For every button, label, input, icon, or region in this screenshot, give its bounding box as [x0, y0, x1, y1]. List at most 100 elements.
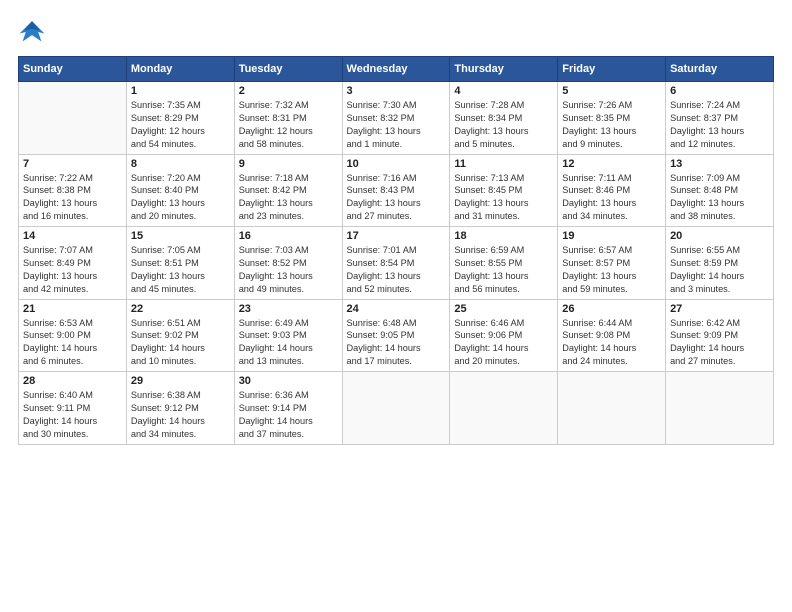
calendar-cell: 10Sunrise: 7:16 AM Sunset: 8:43 PM Dayli… — [342, 154, 450, 227]
day-number: 6 — [670, 85, 769, 97]
day-number: 30 — [239, 375, 338, 387]
calendar-cell: 13 Sunrise: 7:09 AM Sunset: 8:48 PM Dayli… — [666, 154, 774, 227]
cell-content: Sunrise: 6:59 AM Sunset: 8:55 PM Dayligh… — [454, 244, 553, 296]
day-number: 15 — [131, 230, 230, 242]
day-number: 23 — [239, 303, 338, 315]
day-number: 3 — [347, 85, 446, 97]
cell-content: Sunrise: 7:20 AM Sunset: 8:40 PM Dayligh… — [131, 172, 230, 224]
weekday-header-row: SundayMondayTuesdayWednesdayThursdayFrid… — [19, 57, 774, 82]
day-number: 2 — [239, 85, 338, 97]
calendar-cell — [450, 372, 558, 445]
calendar-cell: 5 Sunrise: 7:26 AM Sunset: 8:35 PM Daylig… — [558, 82, 666, 155]
cell-content: Sunrise: 6:40 AM Sunset: 9:11 PM Dayligh… — [23, 389, 122, 441]
day-number: 27 — [670, 303, 769, 315]
calendar-cell: 21 Sunrise: 6:53 AM Sunset: 9:00 PM Dayli… — [19, 299, 127, 372]
day-number: 1 — [131, 85, 230, 97]
day-number: 8 — [131, 158, 230, 170]
week-row-4: 21 Sunrise: 6:53 AM Sunset: 9:00 PM Dayli… — [19, 299, 774, 372]
calendar-cell: 2 Sunrise: 7:32 AM Sunset: 8:31 PM Daylig… — [234, 82, 342, 155]
cell-content: Sunrise: 7:32 AM Sunset: 8:31 PM Dayligh… — [239, 99, 338, 151]
cell-content: Sunrise: 6:55 AM Sunset: 8:59 PM Dayligh… — [670, 244, 769, 296]
day-number: 25 — [454, 303, 553, 315]
calendar-cell: 16Sunrise: 7:03 AM Sunset: 8:52 PM Dayli… — [234, 227, 342, 300]
day-number: 20 — [670, 230, 769, 242]
day-number: 5 — [562, 85, 661, 97]
calendar-cell: 26 Sunrise: 6:44 AM Sunset: 9:08 PM Dayli… — [558, 299, 666, 372]
day-number: 29 — [131, 375, 230, 387]
weekday-friday: Friday — [558, 57, 666, 82]
calendar-cell: 30 Sunrise: 6:36 AM Sunset: 9:14 PM Dayli… — [234, 372, 342, 445]
day-number: 22 — [131, 303, 230, 315]
calendar-cell: 20 Sunrise: 6:55 AM Sunset: 8:59 PM Dayli… — [666, 227, 774, 300]
logo — [18, 18, 50, 46]
cell-content: Sunrise: 6:44 AM Sunset: 9:08 PM Dayligh… — [562, 317, 661, 369]
cell-content: Sunrise: 7:22 AM Sunset: 8:38 PM Dayligh… — [23, 172, 122, 224]
week-row-3: 14 Sunrise: 7:07 AM Sunset: 8:49 PM Dayli… — [19, 227, 774, 300]
calendar-cell: 28 Sunrise: 6:40 AM Sunset: 9:11 PM Dayli… — [19, 372, 127, 445]
calendar-cell: 19 Sunrise: 6:57 AM Sunset: 8:57 PM Dayli… — [558, 227, 666, 300]
cell-content: Sunrise: 7:09 AM Sunset: 8:48 PM Dayligh… — [670, 172, 769, 224]
day-number: 12 — [562, 158, 661, 170]
calendar-cell: 24 Sunrise: 6:48 AM Sunset: 9:05 PM Dayli… — [342, 299, 450, 372]
week-row-2: 7 Sunrise: 7:22 AM Sunset: 8:38 PM Daylig… — [19, 154, 774, 227]
day-number: 9 — [239, 158, 338, 170]
calendar-cell: 9Sunrise: 7:18 AM Sunset: 8:42 PM Daylig… — [234, 154, 342, 227]
day-number: 10 — [347, 158, 446, 170]
calendar-cell: 12Sunrise: 7:11 AM Sunset: 8:46 PM Dayli… — [558, 154, 666, 227]
day-number: 4 — [454, 85, 553, 97]
calendar-cell: 22 Sunrise: 6:51 AM Sunset: 9:02 PM Dayli… — [126, 299, 234, 372]
header — [18, 18, 774, 46]
cell-content: Sunrise: 7:24 AM Sunset: 8:37 PM Dayligh… — [670, 99, 769, 151]
day-number: 28 — [23, 375, 122, 387]
calendar-cell: 25 Sunrise: 6:46 AM Sunset: 9:06 PM Dayli… — [450, 299, 558, 372]
weekday-thursday: Thursday — [450, 57, 558, 82]
cell-content: Sunrise: 7:35 AM Sunset: 8:29 PM Dayligh… — [131, 99, 230, 151]
cell-content: Sunrise: 6:36 AM Sunset: 9:14 PM Dayligh… — [239, 389, 338, 441]
cell-content: Sunrise: 7:13 AM Sunset: 8:45 PM Dayligh… — [454, 172, 553, 224]
calendar-table: SundayMondayTuesdayWednesdayThursdayFrid… — [18, 56, 774, 445]
cell-content: Sunrise: 6:49 AM Sunset: 9:03 PM Dayligh… — [239, 317, 338, 369]
calendar-cell — [342, 372, 450, 445]
day-number: 18 — [454, 230, 553, 242]
logo-icon — [18, 18, 46, 46]
calendar-cell: 1 Sunrise: 7:35 AM Sunset: 8:29 PM Daylig… — [126, 82, 234, 155]
cell-content: Sunrise: 6:53 AM Sunset: 9:00 PM Dayligh… — [23, 317, 122, 369]
calendar-cell: 27 Sunrise: 6:42 AM Sunset: 9:09 PM Dayli… — [666, 299, 774, 372]
day-number: 14 — [23, 230, 122, 242]
calendar-cell: 14 Sunrise: 7:07 AM Sunset: 8:49 PM Dayli… — [19, 227, 127, 300]
calendar-cell — [558, 372, 666, 445]
calendar-cell: 8 Sunrise: 7:20 AM Sunset: 8:40 PM Daylig… — [126, 154, 234, 227]
calendar-cell: 11 Sunrise: 7:13 AM Sunset: 8:45 PM Dayli… — [450, 154, 558, 227]
cell-content: Sunrise: 6:46 AM Sunset: 9:06 PM Dayligh… — [454, 317, 553, 369]
cell-content: Sunrise: 7:07 AM Sunset: 8:49 PM Dayligh… — [23, 244, 122, 296]
calendar-cell: 15Sunrise: 7:05 AM Sunset: 8:51 PM Dayli… — [126, 227, 234, 300]
cell-content: Sunrise: 7:03 AM Sunset: 8:52 PM Dayligh… — [239, 244, 338, 296]
day-number: 11 — [454, 158, 553, 170]
calendar-cell: 6 Sunrise: 7:24 AM Sunset: 8:37 PM Daylig… — [666, 82, 774, 155]
cell-content: Sunrise: 6:38 AM Sunset: 9:12 PM Dayligh… — [131, 389, 230, 441]
day-number: 7 — [23, 158, 122, 170]
calendar-cell: 3 Sunrise: 7:30 AM Sunset: 8:32 PM Daylig… — [342, 82, 450, 155]
week-row-1: 1 Sunrise: 7:35 AM Sunset: 8:29 PM Daylig… — [19, 82, 774, 155]
day-number: 19 — [562, 230, 661, 242]
day-number: 26 — [562, 303, 661, 315]
cell-content: Sunrise: 7:01 AM Sunset: 8:54 PM Dayligh… — [347, 244, 446, 296]
cell-content: Sunrise: 7:30 AM Sunset: 8:32 PM Dayligh… — [347, 99, 446, 151]
day-number: 13 — [670, 158, 769, 170]
calendar-cell: 4Sunrise: 7:28 AM Sunset: 8:34 PM Daylig… — [450, 82, 558, 155]
calendar-cell: 17 Sunrise: 7:01 AM Sunset: 8:54 PM Dayli… — [342, 227, 450, 300]
day-number: 21 — [23, 303, 122, 315]
cell-content: Sunrise: 6:48 AM Sunset: 9:05 PM Dayligh… — [347, 317, 446, 369]
cell-content: Sunrise: 6:57 AM Sunset: 8:57 PM Dayligh… — [562, 244, 661, 296]
cell-content: Sunrise: 7:26 AM Sunset: 8:35 PM Dayligh… — [562, 99, 661, 151]
weekday-tuesday: Tuesday — [234, 57, 342, 82]
weekday-monday: Monday — [126, 57, 234, 82]
calendar-cell: 29 Sunrise: 6:38 AM Sunset: 9:12 PM Dayli… — [126, 372, 234, 445]
calendar-cell — [19, 82, 127, 155]
day-number: 24 — [347, 303, 446, 315]
cell-content: Sunrise: 6:42 AM Sunset: 9:09 PM Dayligh… — [670, 317, 769, 369]
calendar-cell: 23 Sunrise: 6:49 AM Sunset: 9:03 PM Dayli… — [234, 299, 342, 372]
day-number: 17 — [347, 230, 446, 242]
cell-content: Sunrise: 6:51 AM Sunset: 9:02 PM Dayligh… — [131, 317, 230, 369]
calendar-cell: 18 Sunrise: 6:59 AM Sunset: 8:55 PM Dayli… — [450, 227, 558, 300]
